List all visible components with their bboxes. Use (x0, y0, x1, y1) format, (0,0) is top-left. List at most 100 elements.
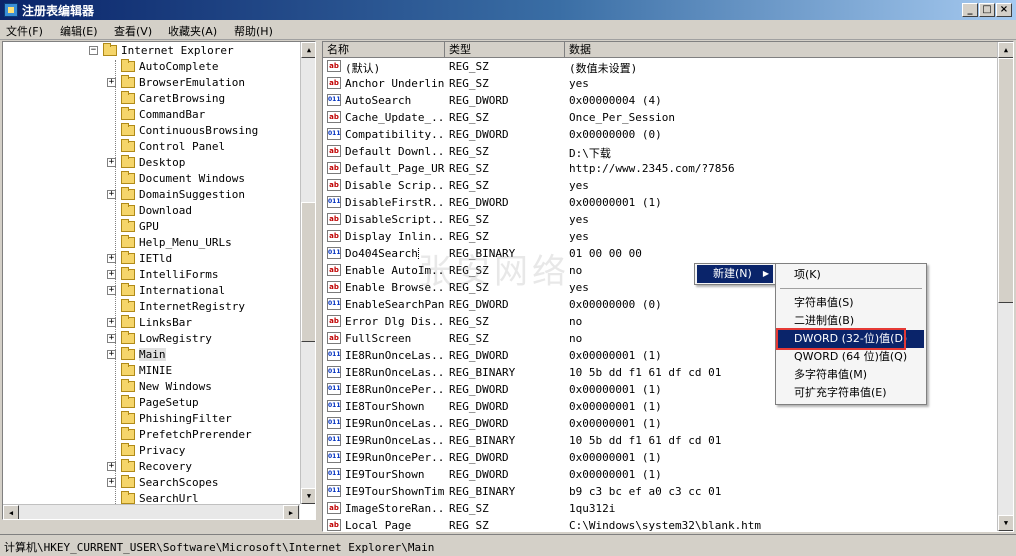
binary-value-icon: 011 (327, 196, 341, 208)
value-row[interactable]: 011 Compatibility... REG_DWORD 0x00000000 (… (323, 126, 999, 143)
value-type: REG_SZ (449, 77, 489, 90)
submenu-item[interactable]: 项(K) (778, 266, 924, 284)
submenu-item[interactable]: QWORD (64 位)值(Q) (778, 348, 924, 366)
column-header-name[interactable]: 名称 (323, 42, 445, 58)
expand-icon[interactable]: + (107, 462, 116, 471)
expand-icon[interactable]: + (107, 334, 116, 343)
binary-value-icon: 011 (327, 485, 341, 497)
value-row[interactable]: 011 IE9TourShownTime REG_BINARY b9 c3 bc ef… (323, 483, 999, 500)
value-row[interactable]: ab Disable Scrip... REG_SZ yes (323, 177, 999, 194)
column-header-data[interactable]: 数据 (565, 42, 999, 58)
menu-file[interactable]: 文件(F) (6, 23, 43, 39)
value-row[interactable]: ab Anchor Underline REG_SZ yes (323, 75, 999, 92)
value-name: IE9TourShownTime (345, 485, 445, 498)
tree-item-label: InternetRegistry (139, 300, 245, 313)
value-name: IE9TourShown (345, 468, 425, 481)
tree-horizontal-scrollbar[interactable]: ◀ ▶ (3, 504, 300, 519)
submenu-item[interactable]: DWORD (32-位)值(D) (778, 330, 924, 348)
value-row[interactable]: ab DisableScript... REG_SZ yes (323, 211, 999, 228)
value-row[interactable]: ab (默认) REG_SZ (数值未设置) (323, 58, 999, 75)
value-row[interactable]: 011 IE9RunOnceLas... REG_DWORD 0x00000001 (… (323, 415, 999, 432)
submenu-item[interactable]: 多字符串值(M) (778, 366, 924, 384)
column-header-type[interactable]: 类型 (445, 42, 565, 58)
submenu-item[interactable]: 可扩充字符串值(E) (778, 384, 924, 402)
value-row[interactable]: ab Local Page REG_SZ C:\Windows\system32\bl… (323, 517, 999, 531)
folder-icon (121, 75, 135, 88)
folder-icon (121, 491, 135, 504)
menu-edit[interactable]: 编辑(E) (60, 23, 98, 39)
expand-icon[interactable]: + (107, 158, 116, 167)
value-row[interactable]: ab ImageStoreRan... REG_SZ 1qu312i (323, 500, 999, 517)
scroll-left-arrow-icon[interactable]: ◀ (3, 505, 19, 519)
tree-item-label: IETld (139, 252, 173, 265)
value-row[interactable]: 011 AutoSearch REG_DWORD 0x00000004 (4) (323, 92, 999, 109)
scroll-right-arrow-icon[interactable]: ▶ (283, 505, 299, 519)
list-scroll-down-arrow-icon[interactable]: ▼ (998, 515, 1013, 531)
binary-value-icon: 011 (327, 366, 341, 378)
tree-scroll-thumb[interactable] (301, 202, 315, 342)
expand-icon[interactable]: + (107, 478, 116, 487)
menu-new-label: 新建(N) (713, 267, 752, 280)
registry-tree[interactable]: − Internet Explorer AutoComplete + BrowserEm… (2, 41, 316, 520)
tree-item-label: BrowserEmulation (139, 76, 245, 89)
value-row[interactable]: ab Default Downl... REG_SZ D:\下载 (323, 143, 999, 160)
tree-item-label: DomainSuggestion (139, 188, 245, 201)
folder-icon (121, 379, 135, 392)
maximize-button[interactable]: □ (979, 3, 995, 17)
value-row[interactable]: 011 IE9TourShown REG_DWORD 0x00000001 (1) (323, 466, 999, 483)
binary-value-icon: 011 (327, 434, 341, 446)
value-name: Anchor Underline (345, 77, 445, 90)
value-row[interactable]: 011 IE9RunOncePer... REG_DWORD 0x00000001 (… (323, 449, 999, 466)
list-scroll-thumb[interactable] (998, 58, 1013, 303)
value-type: REG_DWORD (449, 400, 509, 413)
value-row[interactable]: ab Default_Page_URL REG_SZ http://www.2345.… (323, 160, 999, 177)
menu-new[interactable]: 新建(N) ▶ (697, 265, 773, 283)
submenu-item[interactable]: 二进制值(B) (778, 312, 924, 330)
menu-favorites[interactable]: 收藏夹(A) (168, 23, 217, 39)
expand-icon[interactable]: + (107, 350, 116, 359)
value-row[interactable]: ab Cache_Update_... REG_SZ Once_Per_Session (323, 109, 999, 126)
string-value-icon: ab (327, 111, 341, 123)
expand-icon[interactable]: + (107, 286, 116, 295)
value-data: D:\下载 (569, 147, 611, 160)
folder-icon (121, 315, 135, 328)
scroll-down-arrow-icon[interactable]: ▼ (301, 488, 315, 504)
collapse-icon[interactable]: − (89, 46, 98, 55)
value-name: IE9RunOnceLas... (345, 417, 445, 430)
tree-item-label: New Windows (139, 380, 212, 393)
watermark: 张安网络 (418, 252, 570, 292)
value-data: 0x00000004 (4) (569, 94, 662, 107)
submenu-item[interactable]: 字符串值(S) (778, 294, 924, 312)
menu-bar: 文件(F) 编辑(E) 查看(V) 收藏夹(A) 帮助(H) (0, 20, 1016, 40)
expand-icon[interactable]: + (107, 270, 116, 279)
value-row[interactable]: ab Display Inlin... REG_SZ yes (323, 228, 999, 245)
tree-item-label: PageSetup (139, 396, 199, 409)
string-value-icon: ab (327, 230, 341, 242)
expand-icon[interactable]: + (107, 190, 116, 199)
folder-icon (121, 347, 135, 360)
folder-icon (121, 475, 135, 488)
binary-value-icon: 011 (327, 468, 341, 480)
expand-icon[interactable]: + (107, 78, 116, 87)
menu-view[interactable]: 查看(V) (114, 23, 152, 39)
list-vertical-scrollbar[interactable]: ▲ ▼ (997, 42, 1013, 531)
expand-icon[interactable]: + (107, 318, 116, 327)
list-scroll-up-arrow-icon[interactable]: ▲ (998, 42, 1013, 58)
scroll-up-arrow-icon[interactable]: ▲ (301, 42, 315, 58)
value-type: REG_SZ (449, 213, 489, 226)
folder-icon (121, 299, 135, 312)
status-bar: 计算机\HKEY_CURRENT_USER\Software\Microsoft… (0, 534, 1016, 556)
tree-vertical-scrollbar[interactable]: ▲ ▼ (300, 42, 315, 504)
binary-value-icon: 011 (327, 298, 341, 310)
value-row[interactable]: 011 IE9RunOnceLas... REG_BINARY 10 5b dd f1… (323, 432, 999, 449)
expand-icon[interactable]: + (107, 254, 116, 263)
string-value-icon: ab (327, 502, 341, 514)
value-type: REG_DWORD (449, 349, 509, 362)
string-value-icon: ab (327, 281, 341, 293)
value-row[interactable]: 011 DisableFirstR... REG_DWORD 0x00000001 (… (323, 194, 999, 211)
minimize-button[interactable]: _ (962, 3, 978, 17)
close-button[interactable]: × (996, 3, 1012, 17)
tree-item-label: Document Windows (139, 172, 245, 185)
menu-help[interactable]: 帮助(H) (234, 23, 273, 39)
tree-item-label: Main (139, 348, 166, 361)
